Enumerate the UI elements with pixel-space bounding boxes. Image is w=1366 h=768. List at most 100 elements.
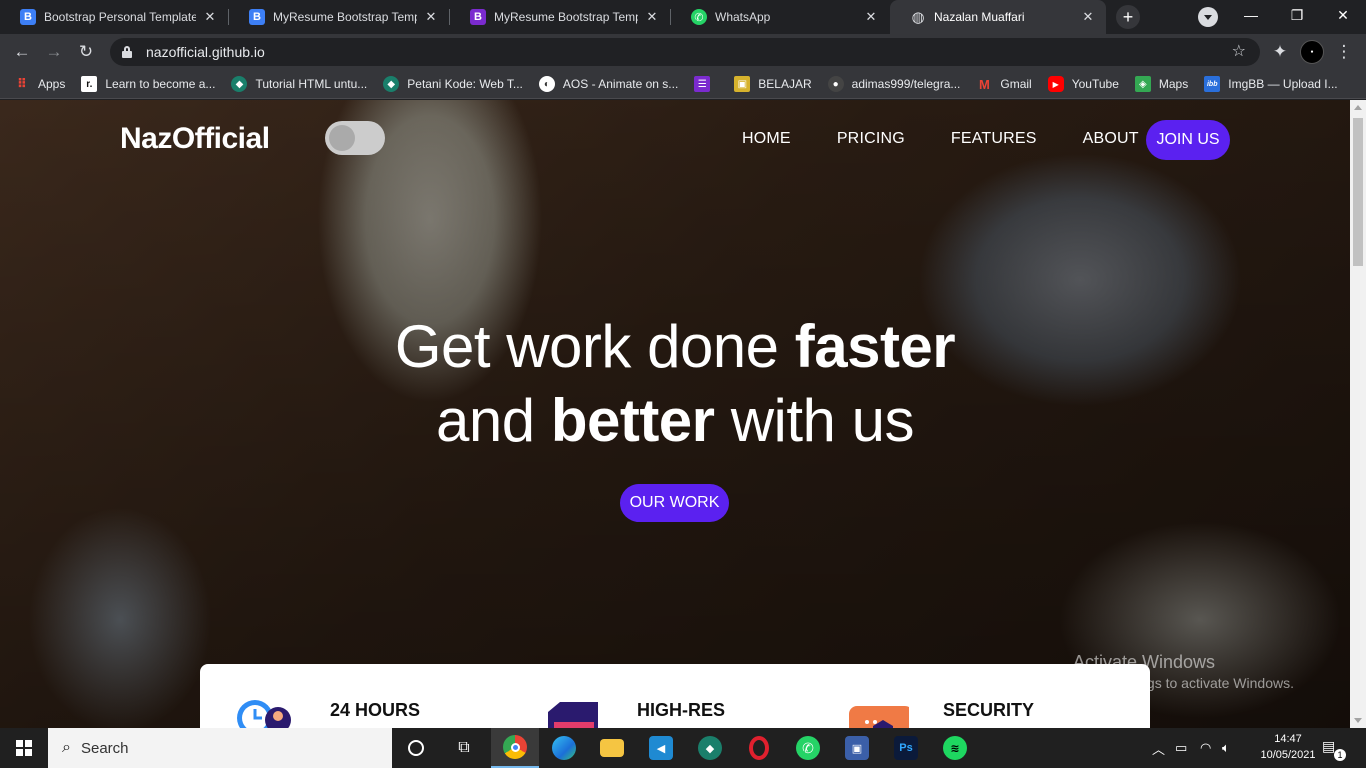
tab-title: Bootstrap Personal Templates bbox=[44, 10, 196, 24]
opera-icon[interactable] bbox=[735, 728, 783, 768]
bookmark-label: Gmail bbox=[1000, 77, 1032, 91]
bookmark-roadmap[interactable]: r. Learn to become a... bbox=[81, 76, 215, 92]
youtube-icon: ▶ bbox=[1047, 76, 1064, 92]
bookmark-list[interactable]: ☰ bbox=[694, 76, 718, 92]
tab-close-icon[interactable]: ✕ bbox=[423, 9, 439, 25]
url-text[interactable]: nazofficial.github.io bbox=[146, 44, 265, 60]
feature-title: SECURITY bbox=[943, 700, 1035, 720]
browser-tab-2[interactable]: B MyResume Bootstrap Templa ✕ bbox=[450, 0, 670, 34]
tab-close-icon[interactable]: ✕ bbox=[644, 9, 660, 25]
bookmark-label: ImgBB — Upload I... bbox=[1228, 77, 1338, 91]
scroll-down-arrow-icon[interactable] bbox=[1354, 718, 1362, 723]
tab-title: MyResume Bootstrap Templa bbox=[273, 10, 417, 24]
wifi-icon[interactable]: ◠ bbox=[1200, 728, 1211, 768]
roadmap-icon: r. bbox=[81, 76, 98, 92]
profile-avatar[interactable]: ● bbox=[1300, 40, 1324, 64]
page-scrollbar[interactable] bbox=[1350, 100, 1366, 728]
bookmark-aos[interactable]: ◐ AOS - Animate on s... bbox=[538, 76, 679, 92]
hero-text: Get work done bbox=[394, 313, 795, 380]
extensions-puzzle-icon[interactable]: ✦ bbox=[1268, 40, 1292, 64]
taskbar-search[interactable]: ⌕ Search bbox=[48, 728, 392, 768]
bookmark-maps[interactable]: ◈ Maps bbox=[1134, 76, 1188, 92]
bookmark-tutorial-html[interactable]: ◆ Tutorial HTML untu... bbox=[231, 76, 367, 92]
forward-arrow-icon[interactable]: → bbox=[42, 40, 66, 64]
whatsapp-icon: ✆ bbox=[691, 9, 707, 25]
chrome-icon[interactable] bbox=[491, 728, 539, 768]
maximize-button[interactable]: ❐ bbox=[1274, 0, 1320, 30]
address-bar[interactable]: nazofficial.github.io ☆ bbox=[110, 38, 1260, 66]
whatsapp-icon[interactable]: ✆ bbox=[784, 728, 832, 768]
hero-heading: Get work done faster and better with us bbox=[0, 310, 1350, 458]
battery-icon[interactable]: ▭ bbox=[1175, 728, 1187, 768]
tab-close-icon[interactable]: ✕ bbox=[202, 9, 218, 25]
browser-tab-active[interactable]: ◍ Nazalan Muaffari ✕ bbox=[890, 0, 1106, 34]
website-viewport: NazOfficial HOME PRICING FEATURES ABOUT … bbox=[0, 100, 1350, 728]
bookmark-label: AOS - Animate on s... bbox=[562, 77, 679, 91]
dark-mode-toggle[interactable] bbox=[325, 121, 385, 155]
bookmark-petani-kode[interactable]: ◆ Petani Kode: Web T... bbox=[383, 76, 523, 92]
feature-title: 24 HOURS bbox=[330, 700, 421, 720]
tab-close-icon[interactable]: ✕ bbox=[863, 9, 879, 25]
clock-user-icon bbox=[237, 700, 291, 728]
bookmark-apps[interactable]: ⠿ Apps bbox=[14, 76, 65, 92]
tab-close-icon[interactable]: ✕ bbox=[1080, 9, 1096, 25]
new-tab-button[interactable]: + bbox=[1116, 5, 1140, 29]
activate-windows-watermark: Activate Windows Go to Settings to activ… bbox=[1073, 652, 1294, 691]
hero-line-1: Get work done faster bbox=[0, 310, 1350, 384]
vscode-icon[interactable]: ◀ bbox=[637, 728, 685, 768]
bookmark-belajar[interactable]: ▣ BELAJAR bbox=[734, 76, 812, 92]
search-placeholder: Search bbox=[80, 739, 129, 757]
lock-icon[interactable] bbox=[122, 46, 132, 58]
aos-icon: ◐ bbox=[538, 76, 555, 92]
site-logo[interactable]: NazOfficial bbox=[120, 122, 270, 156]
nav-about[interactable]: ABOUT bbox=[1083, 130, 1139, 148]
bookmark-imgbb[interactable]: ibb ImgBB — Upload I... bbox=[1204, 76, 1338, 92]
photoshop-icon[interactable]: Ps bbox=[882, 728, 930, 768]
browser-tab-0[interactable]: B Bootstrap Personal Templates ✕ bbox=[0, 0, 228, 34]
show-hidden-icons-chevron-icon[interactable]: ︿ bbox=[1152, 728, 1165, 768]
bookmark-star-icon[interactable]: ☆ bbox=[1232, 41, 1246, 61]
bookmark-youtube[interactable]: ▶ YouTube bbox=[1047, 76, 1119, 92]
browser-tab-1[interactable]: B MyResume Bootstrap Templa ✕ bbox=[229, 0, 449, 34]
nav-pricing[interactable]: PRICING bbox=[837, 130, 905, 148]
clock-date: 10/05/2021 bbox=[1260, 749, 1316, 761]
imgbb-icon: ibb bbox=[1204, 76, 1221, 92]
network-app-icon[interactable]: ▣ bbox=[833, 728, 881, 768]
scrollbar-thumb[interactable] bbox=[1353, 118, 1363, 266]
start-button[interactable] bbox=[0, 728, 48, 768]
maps-icon: ◈ bbox=[1134, 76, 1151, 92]
kebab-menu-icon[interactable]: ⋮ bbox=[1332, 40, 1356, 64]
browser-toolbar: ← → ↻ nazofficial.github.io ☆ ✦ ● ⋮ bbox=[0, 34, 1366, 70]
bookmark-label: BELAJAR bbox=[758, 77, 812, 91]
spotify-icon[interactable]: ≋ bbox=[931, 728, 979, 768]
bookmark-label: Learn to become a... bbox=[105, 77, 216, 91]
apps-grid-icon: ⠿ bbox=[16, 76, 28, 91]
close-window-button[interactable]: ✕ bbox=[1320, 0, 1366, 30]
nav-features[interactable]: FEATURES bbox=[951, 130, 1037, 148]
volume-icon[interactable]: 🔈︎ bbox=[1222, 728, 1230, 768]
system-clock[interactable]: 14:47 10/05/2021 bbox=[1258, 731, 1318, 763]
features-card: 24 HOURS HIGH-RES SECURITY bbox=[200, 664, 1150, 728]
nav-home[interactable]: HOME bbox=[742, 130, 791, 148]
edge-icon[interactable] bbox=[540, 728, 588, 768]
petanikode-icon[interactable]: ◆ bbox=[686, 728, 734, 768]
scroll-up-arrow-icon[interactable] bbox=[1354, 105, 1362, 110]
our-work-button[interactable]: OUR WORK bbox=[620, 484, 729, 522]
file-explorer-icon[interactable] bbox=[588, 728, 636, 768]
bookmarks-bar: ⠿ Apps r. Learn to become a... ◆ Tutorial H… bbox=[0, 70, 1366, 99]
gmail-icon: M bbox=[978, 76, 990, 92]
bookmark-github[interactable]: ● adimas999/telegra... bbox=[827, 76, 960, 92]
bootstrap-b-icon: B bbox=[249, 9, 265, 25]
minimize-button[interactable]: — bbox=[1228, 0, 1274, 30]
browser-tab-3[interactable]: ✆ WhatsApp ✕ bbox=[671, 0, 889, 34]
bootstrap-b-icon: B bbox=[20, 9, 36, 25]
task-view-icon[interactable]: ⧉ bbox=[440, 728, 488, 768]
back-arrow-icon[interactable]: ← bbox=[10, 40, 34, 64]
notification-center-icon[interactable]: ▤ 1 bbox=[1322, 738, 1346, 761]
cortana-icon[interactable] bbox=[392, 728, 440, 768]
bookmark-gmail[interactable]: M Gmail bbox=[976, 76, 1032, 92]
tab-search-icon[interactable] bbox=[1198, 7, 1218, 27]
join-us-button[interactable]: JOIN US bbox=[1146, 120, 1230, 160]
hero-emphasis: better bbox=[550, 387, 715, 454]
reload-icon[interactable]: ↻ bbox=[74, 40, 98, 64]
